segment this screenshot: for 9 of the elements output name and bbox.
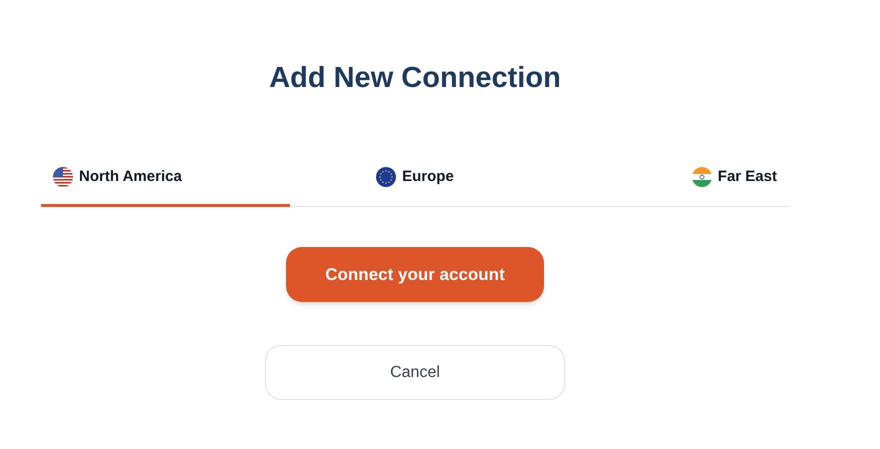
flag-icon [376, 167, 396, 187]
connect-button[interactable]: Connect your account [286, 247, 544, 302]
flag-icon [53, 167, 73, 187]
region-tab[interactable]: North America [41, 150, 290, 207]
dialog-title: Add New Connection [269, 61, 561, 96]
cancel-button[interactable]: Cancel [265, 345, 565, 400]
region-tab[interactable]: Far East [540, 150, 789, 207]
flag-icon [692, 167, 712, 187]
region-tab[interactable]: Europe [290, 150, 540, 207]
